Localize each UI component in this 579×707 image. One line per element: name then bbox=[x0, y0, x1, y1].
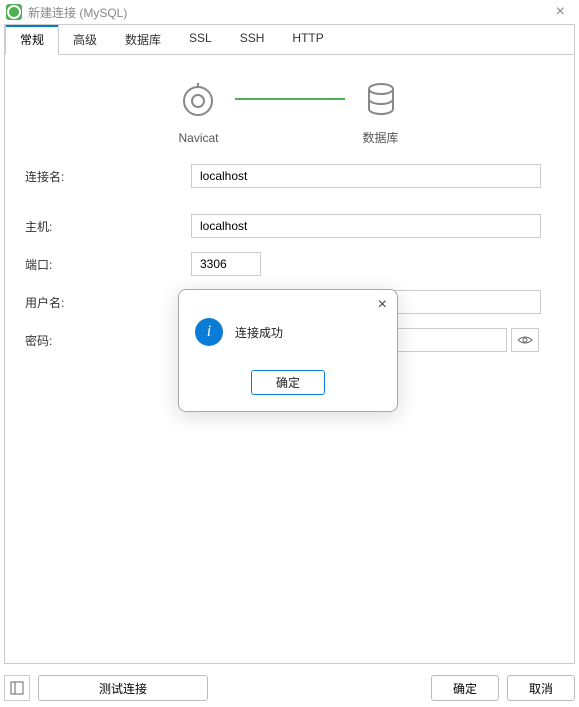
tab-database[interactable]: 数据库 bbox=[111, 25, 175, 54]
info-icon: i bbox=[195, 318, 223, 346]
tab-ssl[interactable]: SSL bbox=[175, 25, 226, 54]
label-username: 用户名: bbox=[21, 294, 191, 311]
label-connection-name: 连接名: bbox=[21, 168, 191, 185]
diagram-database: 数据库 bbox=[361, 79, 401, 146]
close-icon[interactable]: × bbox=[548, 3, 573, 21]
panel-icon bbox=[10, 681, 24, 695]
app-icon bbox=[6, 4, 22, 20]
host-input[interactable] bbox=[191, 214, 541, 238]
database-label: 数据库 bbox=[362, 129, 398, 146]
label-password: 密码: bbox=[21, 332, 191, 349]
label-port: 端口: bbox=[21, 256, 191, 273]
window-title: 新建连接 (MySQL) bbox=[28, 4, 127, 21]
eye-icon bbox=[517, 334, 533, 346]
footer: 测试连接 确定 取消 bbox=[4, 675, 575, 701]
dialog-footer: 确定 bbox=[191, 370, 385, 395]
dialog-ok-button[interactable]: 确定 bbox=[251, 370, 325, 395]
ok-button[interactable]: 确定 bbox=[431, 675, 499, 701]
row-port: 端口: bbox=[21, 252, 558, 276]
diagram-connector bbox=[235, 98, 345, 100]
label-host: 主机: bbox=[21, 218, 191, 235]
row-connection-name: 连接名: bbox=[21, 164, 558, 188]
navicat-icon bbox=[178, 81, 218, 121]
dialog-close-icon[interactable]: × bbox=[378, 296, 387, 314]
connection-diagram: Navicat 数据库 bbox=[5, 55, 574, 154]
tab-general[interactable]: 常规 bbox=[5, 25, 59, 55]
message-dialog: × i 连接成功 确定 bbox=[178, 289, 398, 412]
tab-http[interactable]: HTTP bbox=[278, 25, 337, 54]
titlebar: 新建连接 (MySQL) × bbox=[0, 0, 579, 24]
port-input[interactable] bbox=[191, 252, 261, 276]
database-icon bbox=[361, 79, 401, 119]
cancel-button[interactable]: 取消 bbox=[507, 675, 575, 701]
connection-name-input[interactable] bbox=[191, 164, 541, 188]
options-button[interactable] bbox=[4, 675, 30, 701]
dialog-message: 连接成功 bbox=[235, 324, 283, 341]
tab-advanced[interactable]: 高级 bbox=[59, 25, 111, 54]
dialog-body: i 连接成功 bbox=[191, 318, 385, 346]
tab-ssh[interactable]: SSH bbox=[226, 25, 279, 54]
tabs: 常规 高级 数据库 SSL SSH HTTP bbox=[5, 25, 574, 55]
test-connection-button[interactable]: 测试连接 bbox=[38, 675, 208, 701]
row-host: 主机: bbox=[21, 214, 558, 238]
diagram-navicat: Navicat bbox=[178, 81, 218, 145]
navicat-label: Navicat bbox=[178, 131, 218, 145]
reveal-password-button[interactable] bbox=[511, 328, 539, 352]
